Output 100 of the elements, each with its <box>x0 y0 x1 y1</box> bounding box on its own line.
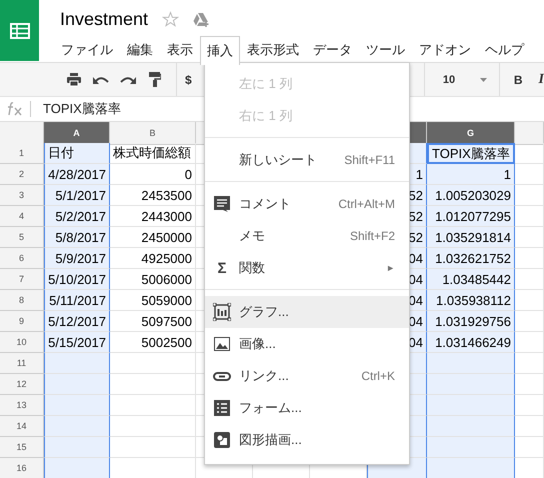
row-header[interactable]: 13 <box>0 395 44 416</box>
formula-value[interactable]: TOPIX騰落率 <box>43 100 121 118</box>
table-cell: 2450000 <box>110 227 196 248</box>
caret-icon <box>480 78 487 82</box>
table-cell: 株式時価総額 <box>110 143 196 164</box>
table-cell: 1.035291814 <box>427 227 515 248</box>
table-cell <box>515 416 544 437</box>
row-header[interactable]: 5 <box>0 227 44 248</box>
table-cell: 1.031466249 <box>427 332 515 353</box>
table-cell: 5/2/2017 <box>44 206 110 227</box>
drive-icon[interactable] <box>193 12 210 26</box>
table-cell <box>515 227 544 248</box>
link-icon <box>213 372 231 380</box>
table-cell <box>44 395 110 416</box>
star-icon[interactable] <box>162 10 180 28</box>
table-cell <box>515 143 544 164</box>
italic-button[interactable]: I <box>538 72 544 88</box>
table-cell: 5/1/2017 <box>44 185 110 206</box>
column-header[interactable]: B <box>110 122 196 145</box>
table-cell <box>515 206 544 227</box>
table-cell: 5/15/2017 <box>44 332 110 353</box>
font-size-dropdown[interactable]: 10 <box>432 74 491 86</box>
table-cell <box>515 248 544 269</box>
table-cell: 5097500 <box>110 311 196 332</box>
row-header[interactable]: 6 <box>0 248 44 269</box>
row-header[interactable]: 1 <box>0 143 44 164</box>
table-cell <box>44 437 110 458</box>
menu-option[interactable]: リンク... Ctrl+K <box>205 360 409 392</box>
table-cell: 1.012077295 <box>427 206 515 227</box>
row-header[interactable]: 2 <box>0 164 44 185</box>
menu-option[interactable]: フォーム... <box>205 392 409 424</box>
menu-item[interactable]: 表示 <box>160 36 200 62</box>
table-cell <box>515 395 544 416</box>
table-cell: 4/28/2017 <box>44 164 110 185</box>
table-cell <box>44 416 110 437</box>
table-cell: 5/8/2017 <box>44 227 110 248</box>
table-cell: 5002500 <box>110 332 196 353</box>
row-header[interactable]: 4 <box>0 206 44 227</box>
shortcut-label: Ctrl+K <box>361 369 395 383</box>
row-header[interactable]: 11 <box>0 353 44 374</box>
column-header[interactable]: G <box>427 122 515 145</box>
row-header[interactable]: 15 <box>0 437 44 458</box>
table-cell <box>515 437 544 458</box>
table-cell <box>515 332 544 353</box>
table-cell <box>44 353 110 374</box>
menu-item[interactable]: ツール <box>359 36 412 62</box>
menu-item[interactable]: 挿入 <box>200 36 240 65</box>
sheets-logo[interactable] <box>0 0 39 61</box>
row-header[interactable]: 8 <box>0 290 44 311</box>
menu-item[interactable]: データ <box>306 36 359 62</box>
row-header[interactable]: 14 <box>0 416 44 437</box>
menu-item[interactable]: アドオン <box>412 36 478 62</box>
table-cell <box>515 164 544 185</box>
table-cell: 2443000 <box>110 206 196 227</box>
menu-item[interactable]: ヘルプ <box>478 36 531 62</box>
bold-button[interactable]: B <box>514 72 523 86</box>
table-cell <box>515 269 544 290</box>
menu-item[interactable]: 編集 <box>120 36 160 62</box>
menu-option[interactable]: 図形描画... <box>205 424 409 456</box>
table-cell <box>515 353 544 374</box>
row-header[interactable]: 12 <box>0 374 44 395</box>
table-cell: 5059000 <box>110 290 196 311</box>
table-cell: 0 <box>110 164 196 185</box>
table-cell: 5/10/2017 <box>44 269 110 290</box>
table-cell: TOPIX騰落率 <box>427 143 515 164</box>
image-icon <box>214 337 230 351</box>
row-header[interactable]: 10 <box>0 332 44 353</box>
list-icon <box>214 400 230 416</box>
shapes-icon <box>214 432 230 448</box>
table-cell <box>515 311 544 332</box>
table-cell <box>515 374 544 395</box>
table-cell: 2453500 <box>110 185 196 206</box>
menu-item[interactable]: 表示形式 <box>240 36 306 62</box>
bar-chart-icon <box>213 303 231 321</box>
table-cell: 5/9/2017 <box>44 248 110 269</box>
menu-option[interactable]: グラフ... <box>205 296 409 328</box>
table-cell: 1.005203029 <box>427 185 515 206</box>
currency-format-button[interactable]: $ <box>185 72 192 86</box>
row-header[interactable]: 3 <box>0 185 44 206</box>
table-cell: 1 <box>427 164 515 185</box>
table-cell: 1.032621752 <box>427 248 515 269</box>
row-header[interactable]: 7 <box>0 269 44 290</box>
document-title[interactable]: Investment <box>60 8 148 30</box>
table-cell: 日付 <box>44 143 110 164</box>
table-cell <box>515 185 544 206</box>
table-cell <box>44 374 110 395</box>
table-cell: 1.031929756 <box>427 311 515 332</box>
table-cell <box>515 290 544 311</box>
shortcut-label: Shift+F11 <box>344 153 395 167</box>
row-header[interactable]: 16 <box>0 458 44 478</box>
comment-icon <box>214 196 230 212</box>
table-cell: 5/11/2017 <box>44 290 110 311</box>
table-cell: 1.035938112 <box>427 290 515 311</box>
table-cell: 4925000 <box>110 248 196 269</box>
table-cell: 1.03485442 <box>427 269 515 290</box>
sigma-icon: Σ <box>217 260 226 276</box>
table-cell: 5006000 <box>110 269 196 290</box>
menu-item[interactable]: ファイル <box>54 36 120 62</box>
row-header[interactable]: 9 <box>0 311 44 332</box>
column-header[interactable]: A <box>44 122 110 145</box>
